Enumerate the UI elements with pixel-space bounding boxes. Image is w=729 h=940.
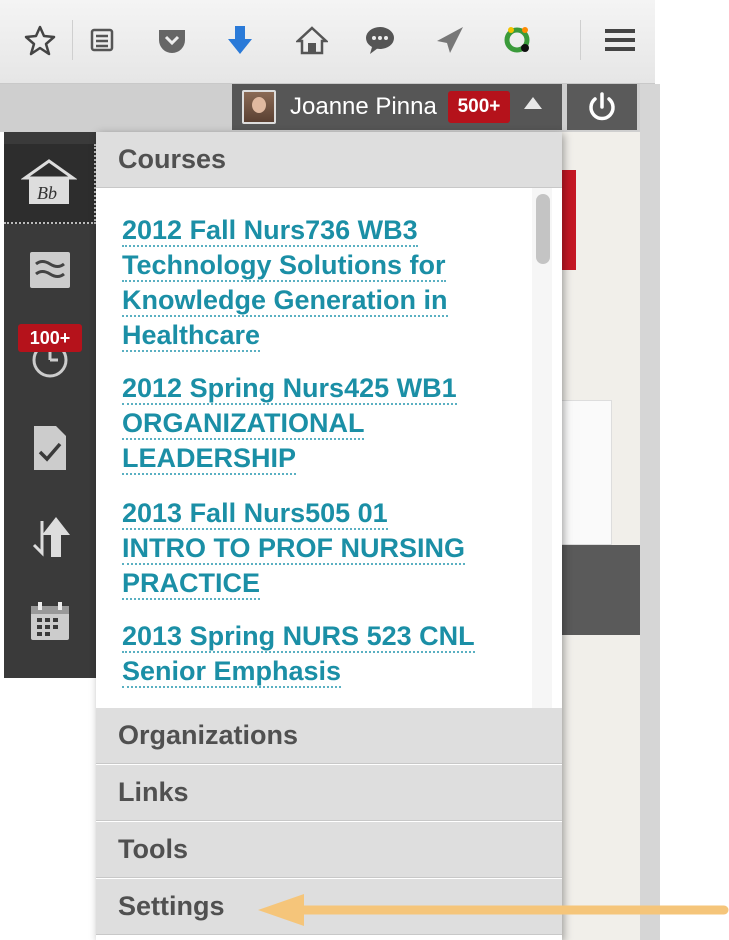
calendar-icon[interactable] (4, 582, 96, 662)
organizations-header[interactable]: Organizations (96, 708, 562, 764)
course-link[interactable]: 2013 Fall Nurs505 01 INTRO TO PROF NURSI… (122, 496, 512, 601)
user-dropdown-menu: Courses 2012 Fall Nurs736 WB3 Technology… (96, 132, 562, 940)
grades-icon[interactable] (4, 408, 96, 488)
reading-list-icon[interactable] (80, 18, 124, 62)
toolbar-separator (580, 20, 581, 60)
svg-text:Bb: Bb (37, 183, 57, 203)
updates-badge: 100+ (18, 324, 82, 352)
extension-icon[interactable] (496, 18, 540, 62)
sort-icon[interactable] (4, 498, 96, 578)
background-panel (560, 545, 640, 635)
browser-toolbar (0, 0, 655, 84)
chat-icon[interactable] (358, 18, 402, 62)
user-name: Joanne Pinna (290, 93, 437, 120)
courses-list: 2012 Fall Nurs736 WB3 Technology Solutio… (96, 188, 562, 708)
menu-icon[interactable] (598, 18, 642, 62)
courses-scrollbar[interactable] (532, 188, 552, 708)
course-link[interactable]: 2012 Spring Nurs425 WB1 ORGANIZATIONAL L… (122, 371, 512, 476)
avatar (242, 90, 276, 124)
send-icon[interactable] (428, 18, 472, 62)
home-icon[interactable] (290, 18, 334, 62)
course-link[interactable]: 2013 Spring NURS 523 CNL Senior Emphasis (122, 619, 512, 689)
links-header[interactable]: Links (96, 765, 562, 821)
tools-header[interactable]: Tools (96, 822, 562, 878)
courses-scrollbar-thumb[interactable] (536, 194, 550, 264)
course-link[interactable]: 2012 Fall Nurs736 WB3 Technology Solutio… (122, 213, 512, 353)
page-margin (655, 0, 729, 940)
courses-header[interactable]: Courses (96, 132, 562, 188)
power-icon (589, 92, 615, 121)
vertical-scrollbar[interactable] (640, 84, 660, 940)
caret-up-icon[interactable] (524, 97, 542, 109)
notification-badge[interactable]: 500+ (448, 91, 510, 123)
pocket-icon[interactable] (150, 18, 194, 62)
stream-icon[interactable] (4, 230, 96, 310)
user-menu-button[interactable]: Joanne Pinna (232, 84, 562, 130)
download-icon[interactable] (218, 18, 262, 62)
blackboard-home-icon[interactable]: Bb (4, 144, 96, 224)
annotation-arrow (258, 894, 729, 926)
toolbar-separator (72, 20, 73, 60)
logout-button[interactable] (567, 84, 637, 130)
star-icon[interactable] (18, 18, 62, 62)
background-card (560, 400, 612, 545)
